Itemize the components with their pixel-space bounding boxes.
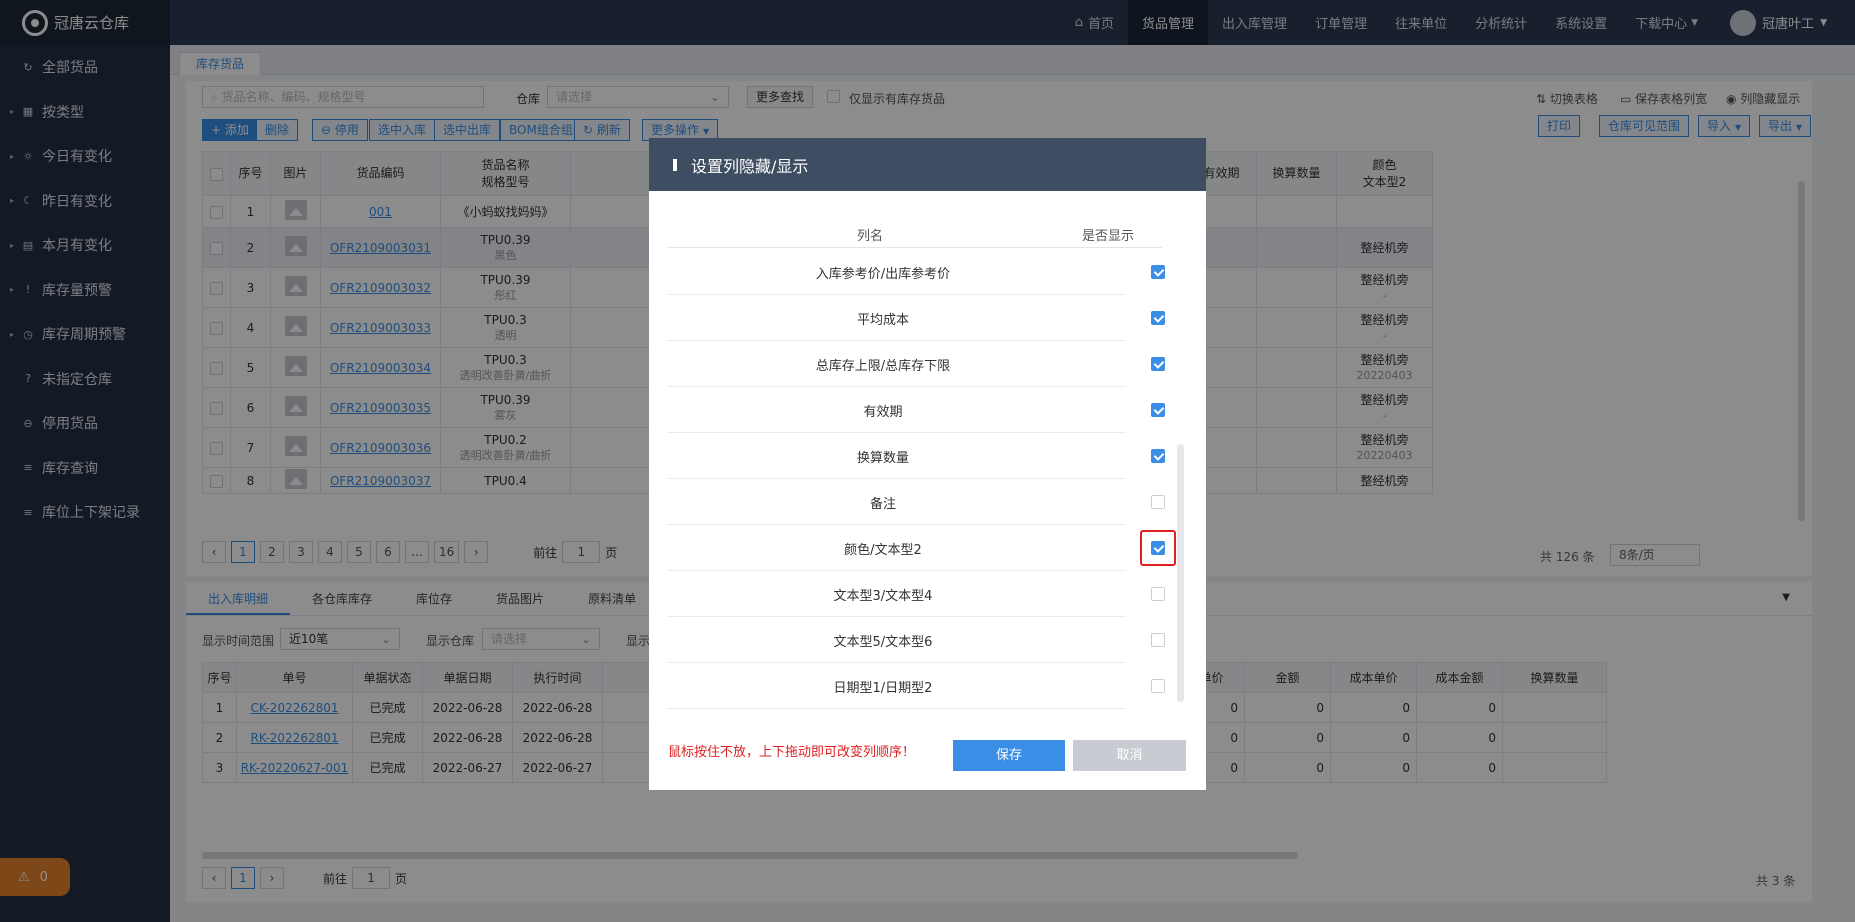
col-show-header: 是否显示 [1082, 229, 1135, 244]
column-setting-row[interactable]: 备注 [667, 479, 1165, 525]
dialog-header: 设置列隐藏/显示 [649, 138, 1206, 191]
title-bar-icon [673, 158, 677, 171]
column-visible-checkbox[interactable] [1151, 587, 1165, 601]
column-name: 总库存上限/总库存下限 [815, 359, 951, 374]
save-button[interactable]: 保存 [953, 740, 1065, 771]
column-name: 入库参考价/出库参考价 [815, 267, 951, 282]
column-visible-checkbox[interactable] [1151, 679, 1165, 693]
drag-hint: 鼠标按住不放，上下拖动即可改变列顺序！ [668, 745, 916, 760]
column-setting-row[interactable]: 总库存上限/总库存下限 [667, 341, 1165, 387]
column-name: 日期型1/日期型2 [833, 681, 933, 696]
column-visible-checkbox[interactable] [1151, 311, 1165, 325]
column-setting-row[interactable]: 文本型5/文本型6 [667, 617, 1165, 663]
dialog-col-header: 列名 是否显示 [667, 215, 1162, 248]
column-name: 备注 [869, 497, 896, 512]
column-setting-row[interactable]: 颜色/文本型2 [667, 525, 1176, 571]
column-settings-dialog: 设置列隐藏/显示 列名 是否显示 入库参考价/出库参考价 平均成本总库存上限/总库… [649, 138, 1206, 790]
column-setting-row[interactable]: 入库参考价/出库参考价 [667, 249, 1165, 295]
col-name-header: 列名 [857, 229, 884, 244]
column-setting-row[interactable]: 换算数量 [667, 433, 1165, 479]
column-name: 平均成本 [856, 313, 909, 328]
column-visible-checkbox[interactable] [1151, 633, 1165, 647]
column-name: 文本型3/文本型4 [833, 589, 933, 604]
dialog-title: 设置列隐藏/显示 [691, 156, 809, 176]
column-name: 颜色/文本型2 [844, 543, 922, 558]
column-visible-checkbox[interactable] [1151, 357, 1165, 371]
column-visible-checkbox[interactable] [1151, 265, 1165, 279]
column-setting-row[interactable]: 平均成本 [667, 295, 1165, 341]
column-setting-row[interactable]: 文本型3/文本型4 [667, 571, 1165, 617]
highlight-box [1140, 530, 1176, 566]
column-name: 文本型5/文本型6 [833, 635, 933, 650]
dialog-scrollbar[interactable] [1177, 444, 1184, 702]
column-visible-checkbox[interactable] [1151, 495, 1165, 509]
column-name: 有效期 [863, 405, 903, 420]
column-name: 换算数量 [856, 451, 909, 466]
cancel-button[interactable]: 取消 [1073, 740, 1186, 771]
column-setting-row[interactable]: 日期型1/日期型2 [667, 663, 1165, 709]
column-visible-checkbox[interactable] [1151, 449, 1165, 463]
column-setting-row[interactable]: 有效期 [667, 387, 1165, 433]
column-visible-checkbox[interactable] [1151, 403, 1165, 417]
